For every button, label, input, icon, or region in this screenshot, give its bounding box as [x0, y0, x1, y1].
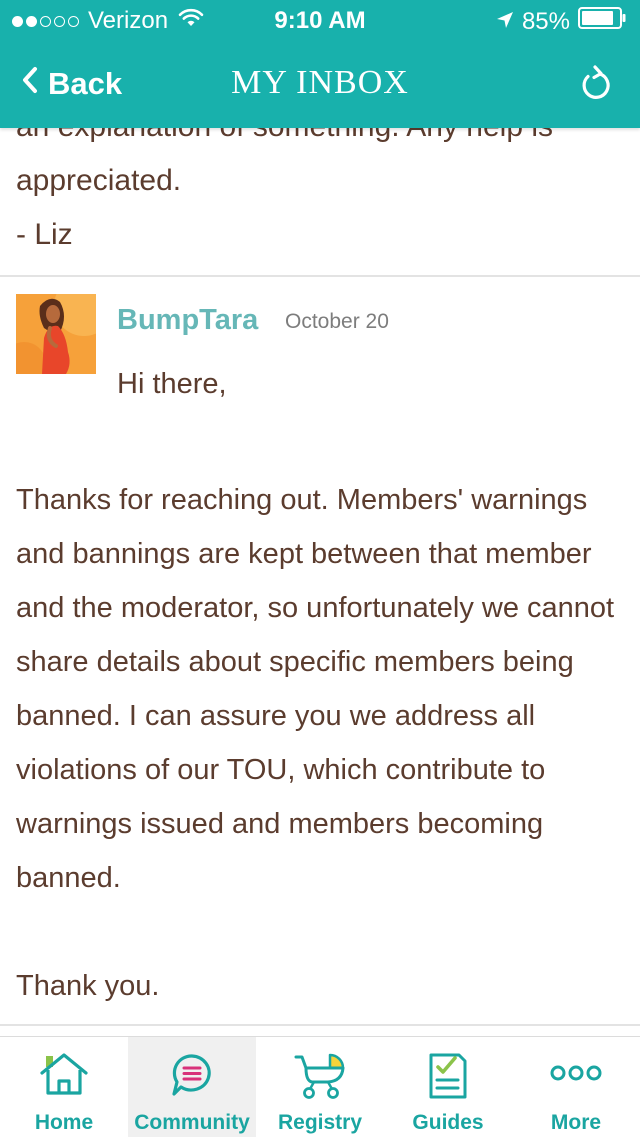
previous-message: an explanation of something. Any help is… [16, 128, 616, 262]
status-bar: Verizon 9:10 AM 85% [0, 0, 640, 40]
checklist-icon [429, 1053, 467, 1099]
tab-bar: Home Community Registry Guides More [0, 1036, 640, 1137]
more-dots-icon [550, 1065, 602, 1081]
message-date: October 20 [285, 310, 389, 333]
tab-label: More [550, 1111, 602, 1134]
home-icon [40, 1053, 88, 1095]
inbox-thread[interactable]: an explanation of something. Any help is… [0, 128, 640, 1036]
message-greeting: Hi there, [117, 368, 227, 400]
location-arrow-icon [496, 8, 514, 36]
status-right: 85% [496, 7, 626, 36]
refresh-button[interactable] [578, 64, 614, 109]
tab-more[interactable]: More [512, 1037, 640, 1137]
tab-label: Registry [277, 1111, 363, 1134]
battery-percent: 85% [521, 7, 570, 35]
tab-label: Guides [412, 1111, 484, 1134]
tab-guides[interactable]: Guides [384, 1037, 512, 1137]
message-closing: Thank you. [16, 970, 160, 1002]
message-body-text: Thanks for reaching out. Members' warnin… [16, 484, 615, 894]
tab-registry[interactable]: Registry [256, 1037, 384, 1137]
message-author[interactable]: BumpTara [117, 304, 258, 337]
tab-community[interactable]: Community [128, 1037, 256, 1137]
previous-message-text: appreciated. [16, 164, 182, 197]
battery-icon [578, 7, 626, 36]
page-title: MY INBOX [231, 64, 409, 101]
previous-message-signature: - Liz [16, 218, 73, 251]
refresh-icon [582, 65, 610, 99]
message-body: Thanks for reaching out. Members' warnin… [16, 473, 631, 1013]
message-divider [0, 1024, 640, 1026]
tab-label: Community [134, 1111, 250, 1134]
navigation-bar: Back MY INBOX [0, 40, 640, 128]
message-divider [0, 275, 640, 277]
avatar[interactable] [16, 294, 96, 374]
avatar-image [16, 294, 96, 374]
stroller-icon [294, 1053, 345, 1099]
app-header: Verizon 9:10 AM 85% Back MY INBOX [0, 0, 640, 128]
tab-label: Home [34, 1111, 94, 1134]
previous-message-cut-line: an explanation of something. Any help is [16, 128, 616, 154]
tab-home[interactable]: Home [0, 1037, 128, 1137]
chat-bubble-icon [172, 1054, 211, 1096]
